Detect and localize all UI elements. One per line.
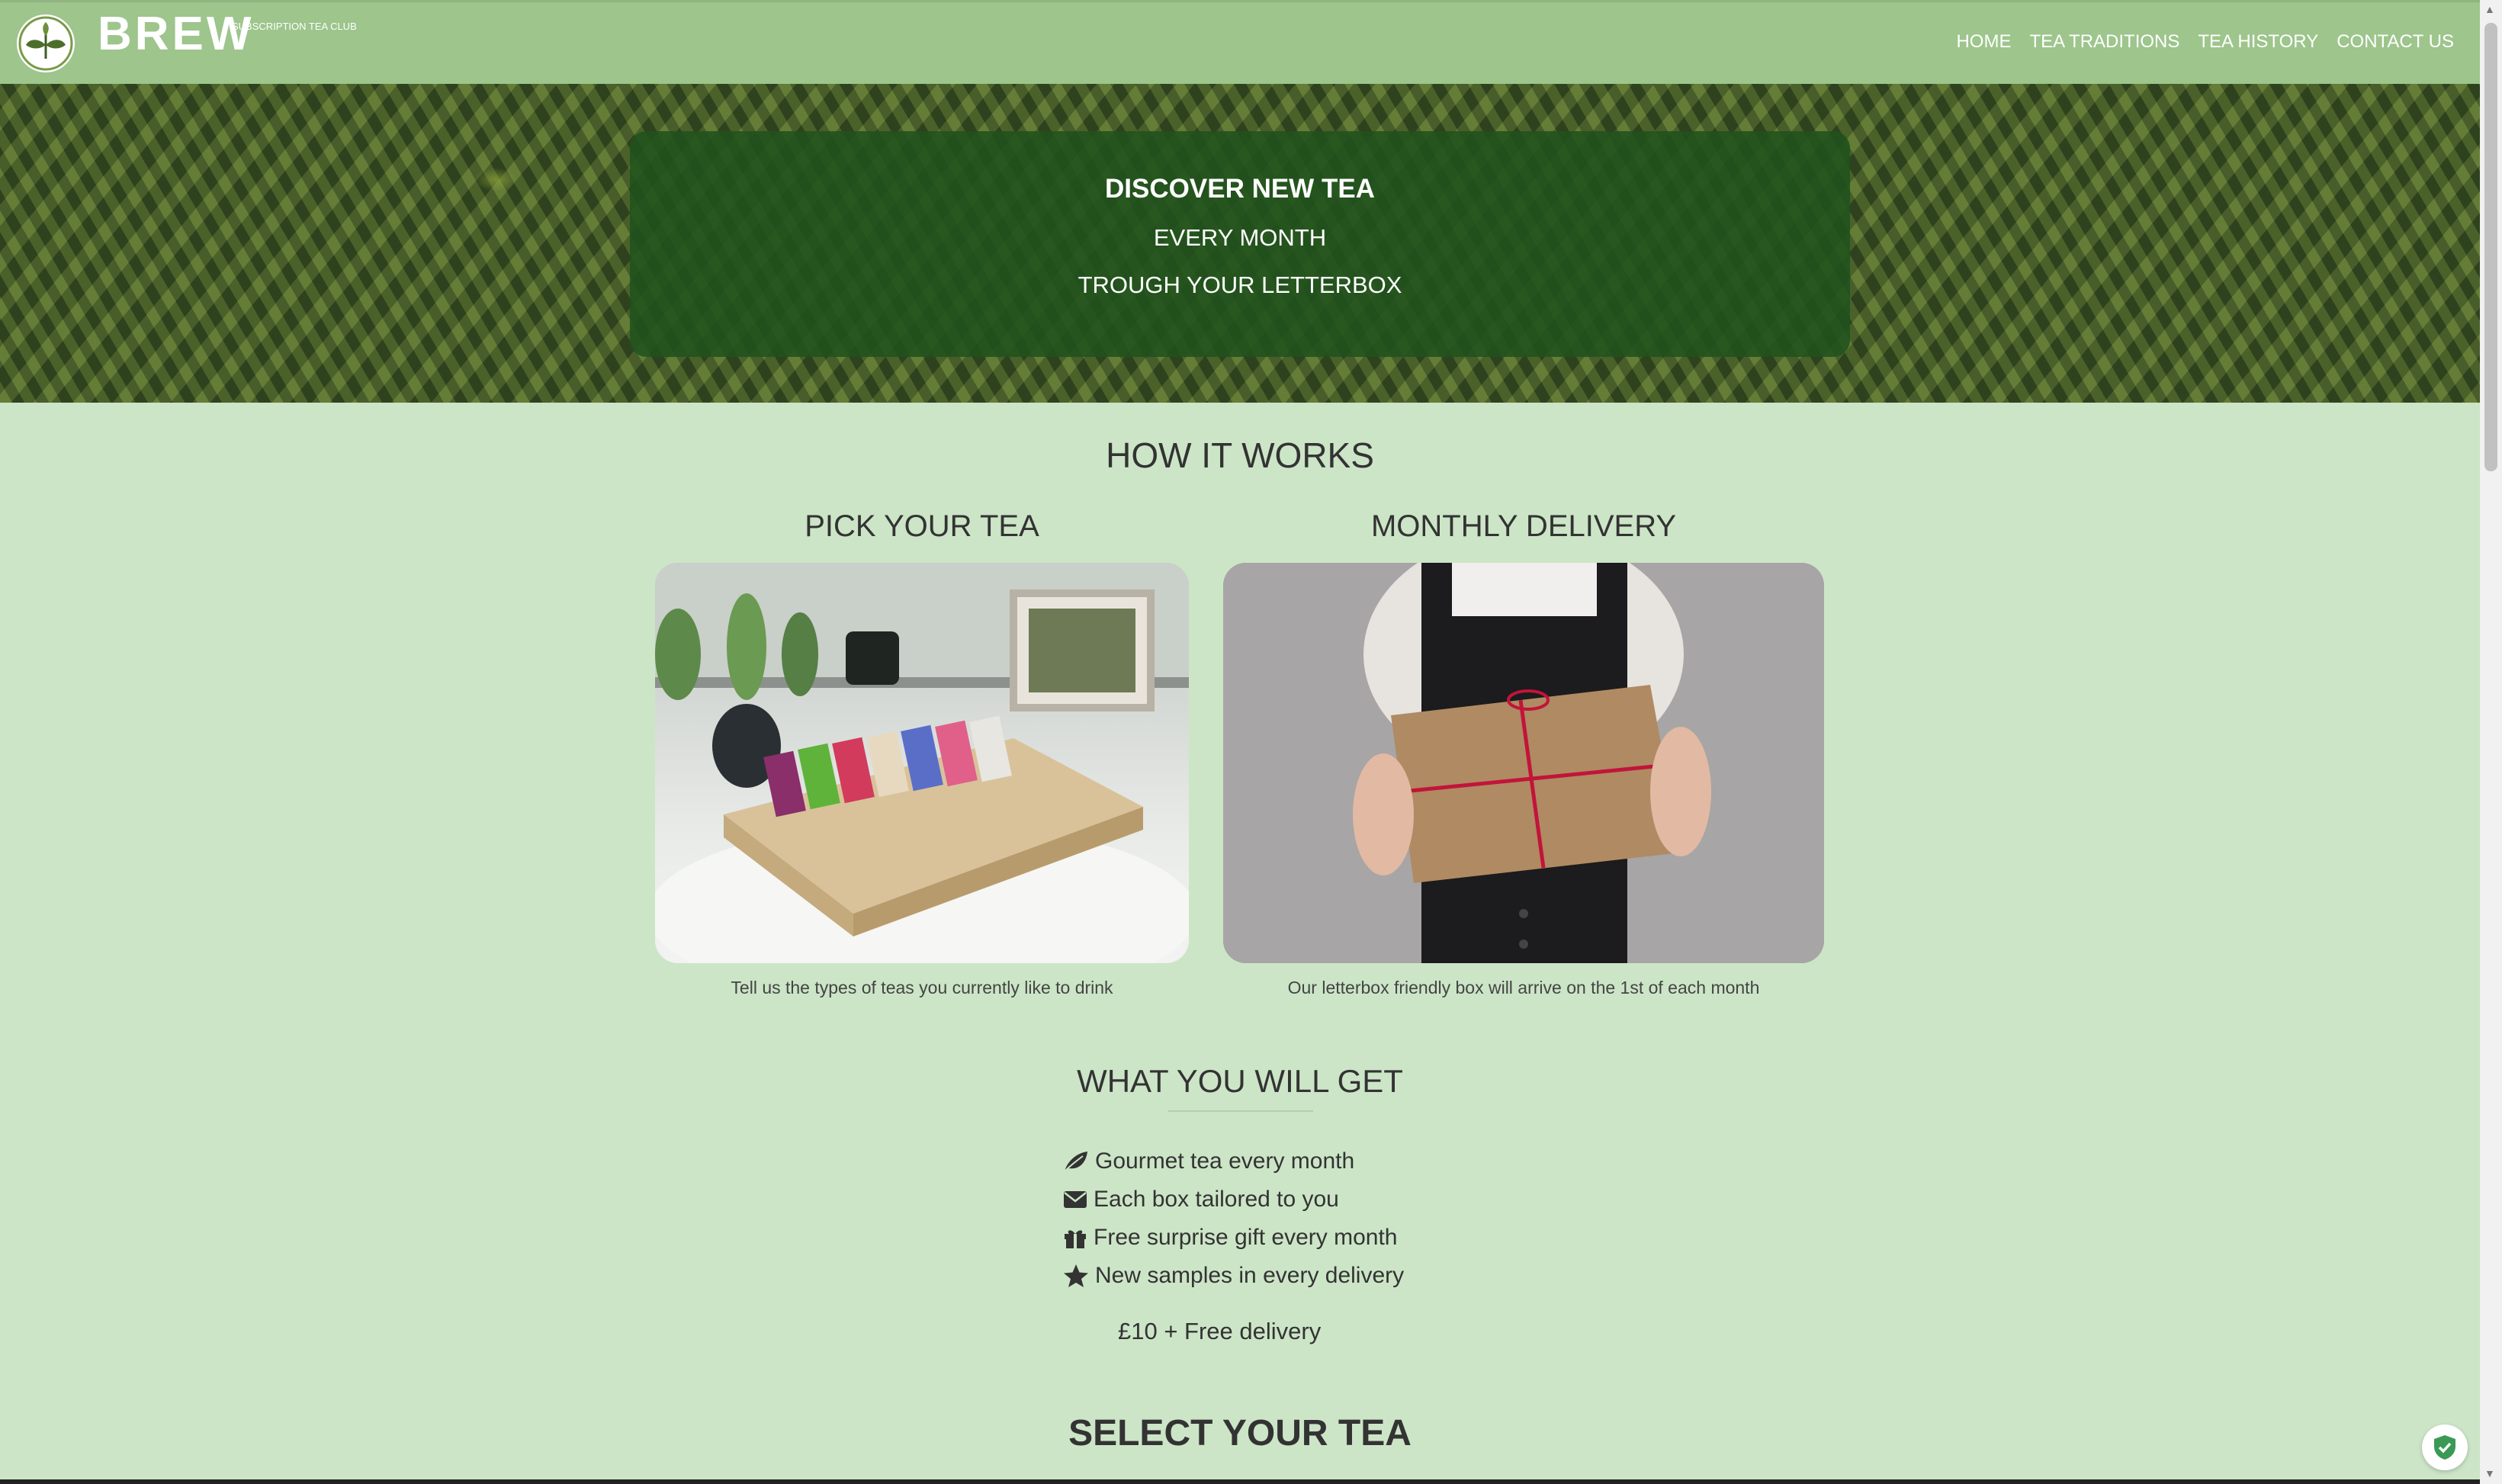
envelope-icon <box>1064 1191 1087 1208</box>
scroll-up-arrow-icon[interactable]: ▲ <box>2484 3 2495 15</box>
gift-box-image <box>1223 563 1824 963</box>
benefit-text: Gourmet tea every month <box>1095 1148 1355 1174</box>
benefit-text: Free surprise gift every month <box>1094 1225 1398 1250</box>
scrollbar-thumb[interactable] <box>2484 23 2497 471</box>
step-title-delivery: MONTHLY DELIVERY <box>1370 509 1677 543</box>
nav-tea-traditions[interactable]: TEA TRADITIONS <box>2029 31 2179 53</box>
benefit-item: Free surprise gift every month <box>1063 1219 1404 1257</box>
scroll-down-arrow-icon[interactable]: ▼ <box>2484 1467 2495 1479</box>
benefit-item: New samples in every delivery <box>1063 1257 1404 1295</box>
select-your-tea-heading: SELECT YOUR TEA <box>1068 1413 1412 1453</box>
tea-leaf-logo-icon <box>18 16 73 71</box>
benefit-item: Gourmet tea every month <box>1063 1142 1404 1180</box>
nav-tea-history[interactable]: TEA HISTORY <box>2198 31 2318 53</box>
how-it-works-heading: HOW IT WORKS <box>1106 435 1374 475</box>
step-caption-pick: Tell us the types of teas you currently … <box>731 978 1113 997</box>
nav-home[interactable]: HOME <box>1956 31 2011 53</box>
brand-tagline: SUBSCRIPTION TEA CLUB <box>232 21 357 32</box>
benefits-list: Gourmet tea every month Each box tailore… <box>1063 1142 1404 1295</box>
tea-box-image <box>655 563 1189 963</box>
hero-panel: DISCOVER NEW TEA EVERY MONTH TROUGH YOUR… <box>630 131 1850 357</box>
benefit-item: Each box tailored to you <box>1063 1180 1404 1219</box>
section-divider <box>1168 1110 1313 1112</box>
shield-check-icon <box>2434 1435 2455 1460</box>
main-nav: HOME TEA TRADITIONS TEA HISTORY CONTACT … <box>1956 31 2454 53</box>
hero-headline: DISCOVER NEW TEA <box>1105 174 1375 204</box>
window-bottom-edge <box>0 1479 2480 1484</box>
gift-icon <box>1065 1230 1086 1248</box>
brand-logo[interactable] <box>17 14 75 72</box>
brand-name[interactable]: BREW <box>98 7 254 61</box>
step-caption-delivery: Our letterbox friendly box will arrive o… <box>1287 978 1760 997</box>
what-you-get-heading: WHAT YOU WILL GET <box>1077 1063 1403 1099</box>
hero-subline-1: EVERY MONTH <box>1153 224 1327 251</box>
security-badge[interactable] <box>2422 1425 2468 1470</box>
navbar: BREW SUBSCRIPTION TEA CLUB HOME TEA TRAD… <box>0 0 2480 84</box>
star-icon <box>1064 1264 1088 1287</box>
benefit-text: New samples in every delivery <box>1095 1263 1405 1288</box>
hero-subline-2: TROUGH YOUR LETTERBOX <box>1078 271 1402 298</box>
step-title-pick: PICK YOUR TEA <box>805 509 1039 543</box>
price-label: £10 + Free delivery <box>1118 1318 1322 1344</box>
nav-contact-us[interactable]: CONTACT US <box>2337 31 2454 53</box>
leaf-icon <box>1064 1152 1087 1172</box>
benefit-text: Each box tailored to you <box>1094 1187 1339 1212</box>
hero-banner: DISCOVER NEW TEA EVERY MONTH TROUGH YOUR… <box>0 84 2480 403</box>
